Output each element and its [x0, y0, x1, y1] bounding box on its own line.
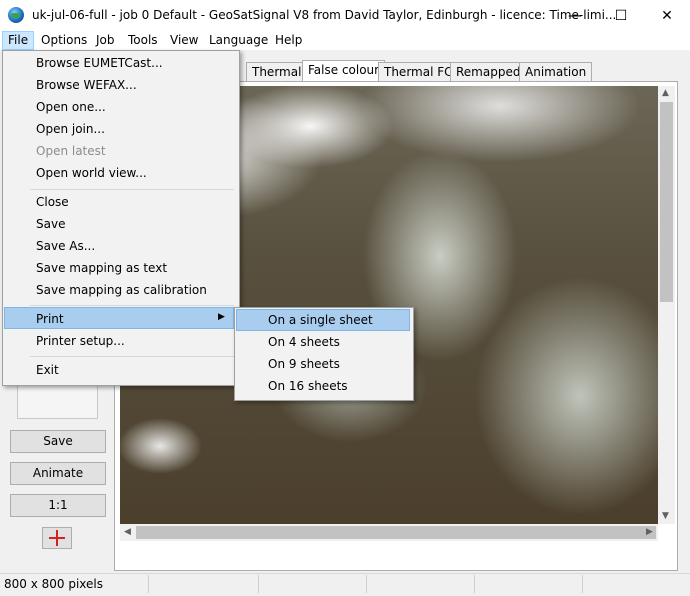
save-button[interactable]: Save: [10, 430, 106, 453]
zoom-1-1-button[interactable]: 1:1: [10, 494, 106, 517]
menu-language[interactable]: Language: [204, 31, 273, 50]
scroll-right-arrow-icon[interactable]: ▶: [646, 527, 653, 537]
tab-false-colour[interactable]: False colour: [302, 60, 386, 82]
menu-item-save-mapping-text[interactable]: Save mapping as text: [36, 261, 167, 275]
menu-item-exit[interactable]: Exit: [36, 363, 59, 377]
submenu-item-9-sheets[interactable]: On 9 sheets: [268, 357, 340, 371]
scroll-left-arrow-icon[interactable]: ◀: [124, 527, 131, 537]
vertical-scroll-thumb[interactable]: [660, 102, 673, 302]
crosshair-button[interactable]: [42, 527, 72, 549]
tab-thermal-fc[interactable]: Thermal FC: [378, 62, 459, 82]
status-divider: [366, 575, 367, 593]
status-pixels: 800 x 800 pixels: [4, 577, 104, 591]
menu-item-save-as[interactable]: Save As...: [36, 239, 95, 253]
menu-separator: [30, 356, 234, 357]
submenu-item-16-sheets[interactable]: On 16 sheets: [268, 379, 348, 393]
horizontal-scroll-thumb[interactable]: [136, 526, 656, 539]
maximize-button[interactable]: ☐: [598, 0, 644, 31]
menu-item-close[interactable]: Close: [36, 195, 69, 209]
status-bar: [0, 573, 690, 596]
menu-separator: [30, 305, 234, 306]
menu-view[interactable]: View: [165, 31, 203, 50]
menu-item-save[interactable]: Save: [36, 217, 65, 231]
status-divider: [148, 575, 149, 593]
menu-job[interactable]: Job: [91, 31, 120, 50]
scroll-up-arrow-icon[interactable]: ▲: [662, 88, 669, 98]
close-button[interactable]: ✕: [644, 0, 690, 31]
tab-animation[interactable]: Animation: [519, 62, 593, 82]
menu-item-printer-setup[interactable]: Printer setup...: [36, 334, 125, 348]
tab-remapped[interactable]: Remapped: [450, 62, 527, 82]
menu-item-print[interactable]: Print: [36, 312, 64, 326]
menu-item-open-latest: Open latest: [36, 144, 106, 158]
menu-item-save-mapping-calibration[interactable]: Save mapping as calibration: [36, 283, 207, 297]
menu-file[interactable]: File: [2, 31, 35, 50]
globe-app-icon[interactable]: [8, 7, 24, 23]
tab-thermal[interactable]: Thermal: [246, 62, 308, 82]
submenu-arrow-icon: ▶: [218, 312, 225, 322]
status-divider: [474, 575, 475, 593]
submenu-item-4-sheets[interactable]: On 4 sheets: [268, 335, 340, 349]
window-title: uk-jul-06-full - job 0 Default - GeoSatS…: [32, 8, 617, 22]
menu-tools[interactable]: Tools: [123, 31, 163, 50]
submenu-item-single-sheet[interactable]: On a single sheet: [268, 313, 373, 327]
status-divider: [582, 575, 583, 593]
menu-item-open-join[interactable]: Open join...: [36, 122, 105, 136]
scroll-down-arrow-icon[interactable]: ▼: [662, 511, 669, 521]
menu-item-browse-wefax[interactable]: Browse WEFAX...: [36, 78, 137, 92]
status-divider: [258, 575, 259, 593]
minimize-button[interactable]: —: [552, 0, 598, 31]
menu-item-browse-eumetcast[interactable]: Browse EUMETCast...: [36, 56, 163, 70]
menu-item-open-one[interactable]: Open one...: [36, 100, 106, 114]
animate-button[interactable]: Animate: [10, 462, 106, 485]
crosshair-icon-vertical: [56, 530, 58, 546]
menu-help[interactable]: Help: [270, 31, 307, 50]
menu-item-open-world-view[interactable]: Open world view...: [36, 166, 147, 180]
menu-separator: [30, 189, 234, 190]
menu-options[interactable]: Options: [36, 31, 92, 50]
